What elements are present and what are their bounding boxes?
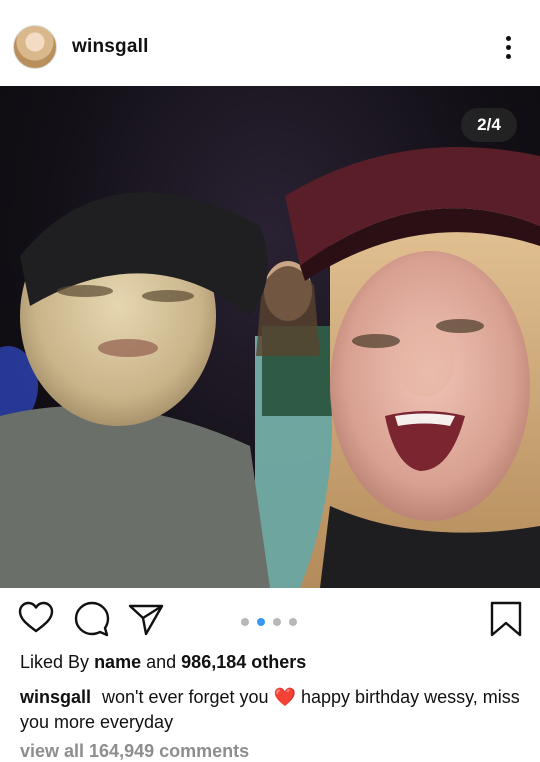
carousel-dot xyxy=(289,618,297,626)
bookmark-icon[interactable] xyxy=(486,598,526,638)
carousel-dot xyxy=(241,618,249,626)
carousel-dot xyxy=(273,618,281,626)
likes-and: and xyxy=(146,652,177,672)
avatar[interactable] xyxy=(13,25,57,69)
more-vertical-icon[interactable] xyxy=(498,34,518,60)
view-all-comments-link[interactable]: view all 164,949 comments xyxy=(20,741,249,762)
caption-username[interactable]: winsgall xyxy=(20,687,91,707)
likes-prefix: Liked By xyxy=(20,652,90,672)
carousel-indicator xyxy=(241,618,301,626)
likes-count[interactable]: 986,184 others xyxy=(181,652,306,672)
heart-emoji-icon: ❤️ xyxy=(273,687,296,707)
caption-text-part2: happy birthday wessy, miss you more ever… xyxy=(20,687,520,732)
comment-icon[interactable] xyxy=(72,598,112,638)
caption-text-part1: won't ever forget you xyxy=(102,687,269,707)
post-photo[interactable]: 2/4 xyxy=(0,86,540,588)
photo-illustration xyxy=(0,147,540,588)
heart-icon[interactable] xyxy=(16,598,56,638)
post-header: winsgall xyxy=(0,0,540,92)
post-username[interactable]: winsgall xyxy=(72,36,149,58)
likes-name[interactable]: name xyxy=(94,652,141,672)
carousel-dot-active xyxy=(257,618,265,626)
post-caption: winsgall won't ever forget you ❤️ happy … xyxy=(20,685,525,735)
likes-line: Liked By name and 986,184 others xyxy=(20,652,306,673)
send-icon[interactable] xyxy=(126,598,166,638)
photo-counter-badge: 2/4 xyxy=(461,108,517,142)
